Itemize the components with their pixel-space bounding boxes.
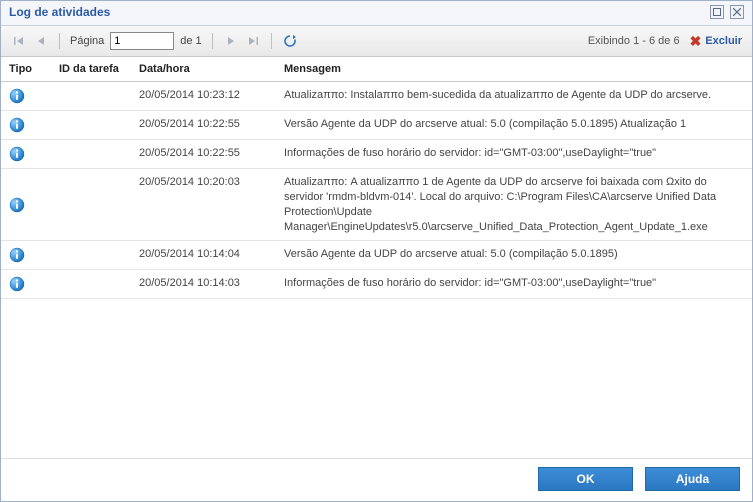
col-id[interactable]: ID da tarefa	[51, 57, 131, 81]
cell-id	[51, 140, 131, 168]
info-icon	[9, 146, 25, 162]
cell-tipo	[1, 169, 51, 240]
cell-tipo	[1, 82, 51, 110]
toolbar-right: Exibindo 1 - 6 de 6 ✖ Excluir	[588, 33, 742, 50]
grid-header: Tipo ID da tarefa Data/hora Mensagem	[1, 57, 752, 82]
grid-body: 20/05/2014 10:23:12Atualizaππο: Instalaπ…	[1, 82, 752, 458]
delete-x-icon: ✖	[690, 33, 702, 50]
page-label-suffix: de 1	[180, 35, 201, 47]
info-icon	[9, 276, 25, 292]
cell-datahora: 20/05/2014 10:22:55	[131, 140, 276, 168]
info-icon	[9, 88, 25, 104]
table-row[interactable]: 20/05/2014 10:22:55Informações de fuso h…	[1, 140, 752, 169]
page-last-button[interactable]	[245, 33, 261, 49]
table-row[interactable]: 20/05/2014 10:22:55Versão Agente da UDP …	[1, 111, 752, 140]
close-icon	[733, 8, 741, 16]
table-row[interactable]: 20/05/2014 10:20:03Atualizaππο: A atuali…	[1, 169, 752, 241]
cell-tipo	[1, 270, 51, 298]
cell-id	[51, 169, 131, 240]
page-last-icon	[247, 35, 259, 47]
cell-tipo	[1, 140, 51, 168]
page-first-button[interactable]	[11, 33, 27, 49]
cell-datahora: 20/05/2014 10:20:03	[131, 169, 276, 240]
cell-datahora: 20/05/2014 10:23:12	[131, 82, 276, 110]
cell-id	[51, 111, 131, 139]
cell-mensagem: Versão Agente da UDP do arcserve atual: …	[276, 241, 752, 269]
info-icon	[9, 247, 25, 263]
cell-tipo	[1, 111, 51, 139]
cell-mensagem: Versão Agente da UDP do arcserve atual: …	[276, 111, 752, 139]
activity-log-window: Log de atividades	[0, 0, 753, 502]
info-icon	[9, 117, 25, 133]
info-icon	[9, 276, 25, 292]
window-controls	[710, 5, 744, 19]
cell-tipo	[1, 241, 51, 269]
info-icon	[9, 88, 25, 104]
delete-label: Excluir	[705, 35, 742, 47]
info-icon	[9, 146, 25, 162]
ok-button[interactable]: OK	[538, 467, 633, 491]
info-icon	[9, 247, 25, 263]
toolbar-separator	[212, 33, 213, 49]
page-next-icon	[225, 35, 237, 47]
cell-mensagem: Atualizaππο: Instalaππο bem-sucedida da …	[276, 82, 752, 110]
col-msg[interactable]: Mensagem	[276, 57, 752, 81]
col-tipo[interactable]: Tipo	[1, 57, 51, 81]
paging-controls: Página de 1	[11, 32, 298, 50]
cell-datahora: 20/05/2014 10:14:03	[131, 270, 276, 298]
maximize-icon	[713, 8, 721, 16]
info-icon	[9, 197, 25, 213]
window-title: Log de atividades	[9, 5, 110, 19]
cell-mensagem: Informações de fuso horário do servidor:…	[276, 140, 752, 168]
info-icon	[9, 117, 25, 133]
refresh-icon	[283, 34, 297, 48]
table-row[interactable]: 20/05/2014 10:23:12Atualizaππο: Instalaπ…	[1, 82, 752, 111]
toolbar-separator	[59, 33, 60, 49]
toolbar-separator	[271, 33, 272, 49]
table-row[interactable]: 20/05/2014 10:14:03Informações de fuso h…	[1, 270, 752, 299]
refresh-button[interactable]	[282, 33, 298, 49]
cell-datahora: 20/05/2014 10:22:55	[131, 111, 276, 139]
cell-mensagem: Informações de fuso horário do servidor:…	[276, 270, 752, 298]
page-prev-icon	[35, 35, 47, 47]
cell-mensagem: Atualizaππο: A atualizaππο 1 de Agente d…	[276, 169, 752, 240]
page-next-button[interactable]	[223, 33, 239, 49]
help-button[interactable]: Ajuda	[645, 467, 740, 491]
toolbar: Página de 1	[1, 26, 752, 57]
cell-datahora: 20/05/2014 10:14:04	[131, 241, 276, 269]
table-row[interactable]: 20/05/2014 10:14:04Versão Agente da UDP …	[1, 241, 752, 270]
footer: OK Ajuda	[1, 458, 752, 501]
titlebar: Log de atividades	[1, 1, 752, 26]
cell-id	[51, 82, 131, 110]
page-prev-button[interactable]	[33, 33, 49, 49]
page-number-input[interactable]	[110, 32, 174, 50]
cell-id	[51, 270, 131, 298]
close-button[interactable]	[730, 5, 744, 19]
maximize-button[interactable]	[710, 5, 724, 19]
page-first-icon	[13, 35, 25, 47]
delete-button[interactable]: ✖ Excluir	[690, 33, 742, 50]
display-range-label: Exibindo 1 - 6 de 6	[588, 35, 680, 47]
cell-id	[51, 241, 131, 269]
col-data[interactable]: Data/hora	[131, 57, 276, 81]
info-icon	[9, 197, 25, 213]
page-label-prefix: Página	[70, 35, 104, 47]
